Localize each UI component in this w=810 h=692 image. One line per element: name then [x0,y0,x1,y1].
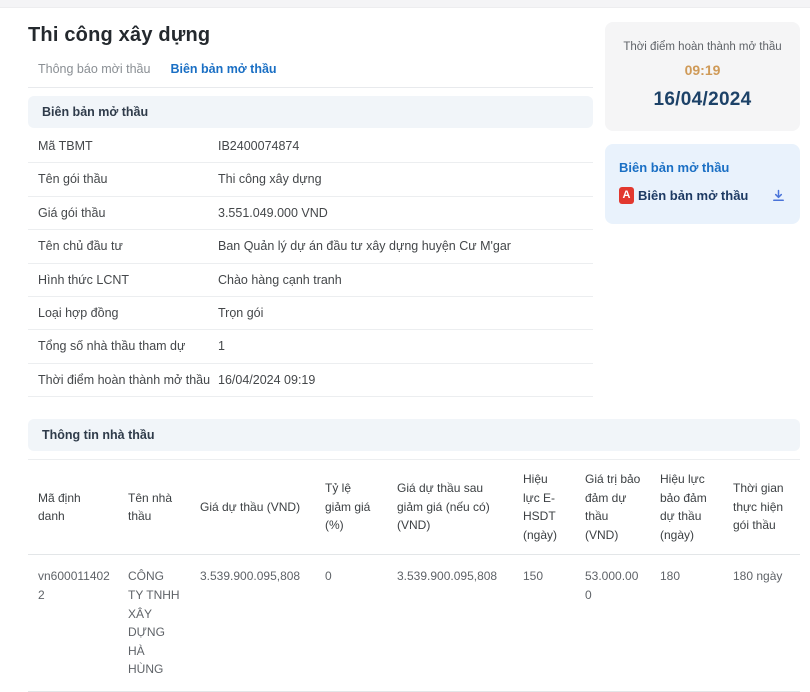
detail-value: Thi công xây dựng [218,172,322,187]
main-content: Thi công xây dựng Thông báo mời thầu Biê… [28,8,593,397]
detail-value: Trọn gói [218,305,264,320]
detail-value: 16/04/2024 09:19 [218,372,316,387]
detail-row-ma-tbmt: Mã TBMT IB2400074874 [28,130,593,164]
tab-bar: Thông báo mời thầu Biên bản mở thầu [28,62,593,88]
detail-label: Tên chủ đầu tư [38,239,123,254]
col-header-thoi-gian-thuc-hien: Thời gian thực hiện gói thầu [723,458,800,556]
detail-label: Tên gói thầu [38,172,108,187]
detail-row-hinh-thuc-lcnt: Hình thức LCNT Chào hàng cạnh tranh [28,264,593,297]
cell-ty-le-giam-gia: 0 [315,554,387,692]
detail-value: 1 [218,339,225,354]
bid-record-section-header: Biên bản mở thầu [28,96,593,128]
detail-label: Hình thức LCNT [38,272,130,287]
cell-ma-dinh-danh: vn6000114022 [28,554,118,692]
detail-row-ten-chu-dau-tu: Tên chủ đầu tư Ban Quản lý dự án đầu tư … [28,230,593,264]
document-link-row: A Biên bản mở thầu [619,187,786,204]
completion-date-value: 16/04/2024 [653,89,752,110]
detail-row-tong-so-nha-thau: Tổng số nhà thầu tham dự 1 [28,330,593,364]
completion-time-card: Thời điểm hoàn thành mở thầu 09:19 16/04… [605,22,800,131]
main-layout: Thi công xây dựng Thông báo mời thầu Biê… [0,8,810,397]
bid-record-document-card: Biên bản mở thầu A Biên bản mở thầu [605,144,800,224]
detail-label: Loại hợp đồng [38,305,119,320]
bid-record-pdf-link[interactable]: Biên bản mở thầu [638,188,748,203]
cell-gia-du-thau: 3.539.900.095,808 [190,554,315,692]
detail-label: Giá gói thầu [38,205,106,220]
detail-label: Tổng số nhà thầu tham dự [38,339,186,354]
completion-time-label: Thời điểm hoàn thành mở thầu [623,41,782,53]
cell-ten-nha-thau: CÔNG TY TNHH XÂY DỰNG HÀ HÙNG [118,554,190,692]
detail-row-gia-goi-thau: Giá gói thầu 3.551.049.000 VND [28,197,593,231]
detail-label: Mã TBMT [38,139,93,153]
bid-record-details: Mã TBMT IB2400074874 Tên gói thầu Thi cô… [28,130,593,397]
cell-gia-sau-giam-gia: 3.539.900.095,808 [387,554,513,692]
detail-value: IB2400074874 [218,139,300,153]
page-top-strip [0,0,810,8]
download-icon [773,189,784,201]
detail-value: Ban Quản lý dự án đầu tư xây dựng huyện … [218,239,511,254]
col-header-gia-du-thau: Giá dự thầu (VND) [190,458,315,556]
tab-thong-bao-moi-thau[interactable]: Thông báo mời thầu [38,62,150,76]
right-sidebar: Thời điểm hoàn thành mở thầu 09:19 16/04… [605,8,800,224]
cell-thoi-gian-thuc-hien: 180 ngày [723,554,800,692]
contractor-table: Mã định danh Tên nhà thầu Giá dự thầu (V… [28,458,800,692]
cell-hieu-luc-bao-dam: 180 [650,554,723,692]
detail-label: Thời điểm hoàn thành mở thầu [38,372,211,387]
contractor-info-section: Thông tin nhà thầu Mã định danh Tên nhà … [28,419,800,692]
detail-value: 3.551.049.000 VND [218,205,328,220]
col-header-ty-le-giam-gia: Tỷ lệ giảm giá (%) [315,458,387,556]
document-card-title: Biên bản mở thầu [619,160,730,175]
contractor-table-row: vn6000114022 CÔNG TY TNHH XÂY DỰNG HÀ HÙ… [28,554,800,692]
col-header-gia-tri-bao-dam: Giá trị bảo đảm dự thầu (VND) [575,458,650,556]
tab-bien-ban-mo-thau[interactable]: Biên bản mở thầu [170,62,276,76]
col-header-hieu-luc-bao-dam: Hiệu lực bảo đảm dự thầu (ngày) [650,458,723,556]
detail-row-ten-goi-thau: Tên gói thầu Thi công xây dựng [28,163,593,197]
completion-time-value: 09:19 [684,62,721,78]
col-header-gia-sau-giam-gia: Giá dự thầu sau giảm giá (nếu có) (VND) [387,458,513,556]
col-header-ten-nha-thau: Tên nhà thầu [118,458,190,556]
col-header-ma-dinh-danh: Mã định danh [28,458,118,556]
cell-hieu-luc-ehsdt: 150 [513,554,575,692]
contractor-section-header: Thông tin nhà thầu [28,419,800,451]
col-header-hieu-luc-ehsdt: Hiệu lực E-HSDT (ngày) [513,458,575,556]
download-button[interactable] [771,188,786,203]
contractor-table-header-row: Mã định danh Tên nhà thầu Giá dự thầu (V… [28,458,800,556]
page-title: Thi công xây dựng [28,24,211,46]
detail-value: Chào hàng cạnh tranh [218,272,342,287]
cell-gia-tri-bao-dam: 53.000.000 [575,554,650,692]
detail-row-thoi-diem-hoan-thanh: Thời điểm hoàn thành mở thầu 16/04/2024 … [28,364,593,397]
pdf-file-icon: A [619,187,634,204]
detail-row-loai-hop-dong: Loại hợp đồng Trọn gói [28,297,593,331]
